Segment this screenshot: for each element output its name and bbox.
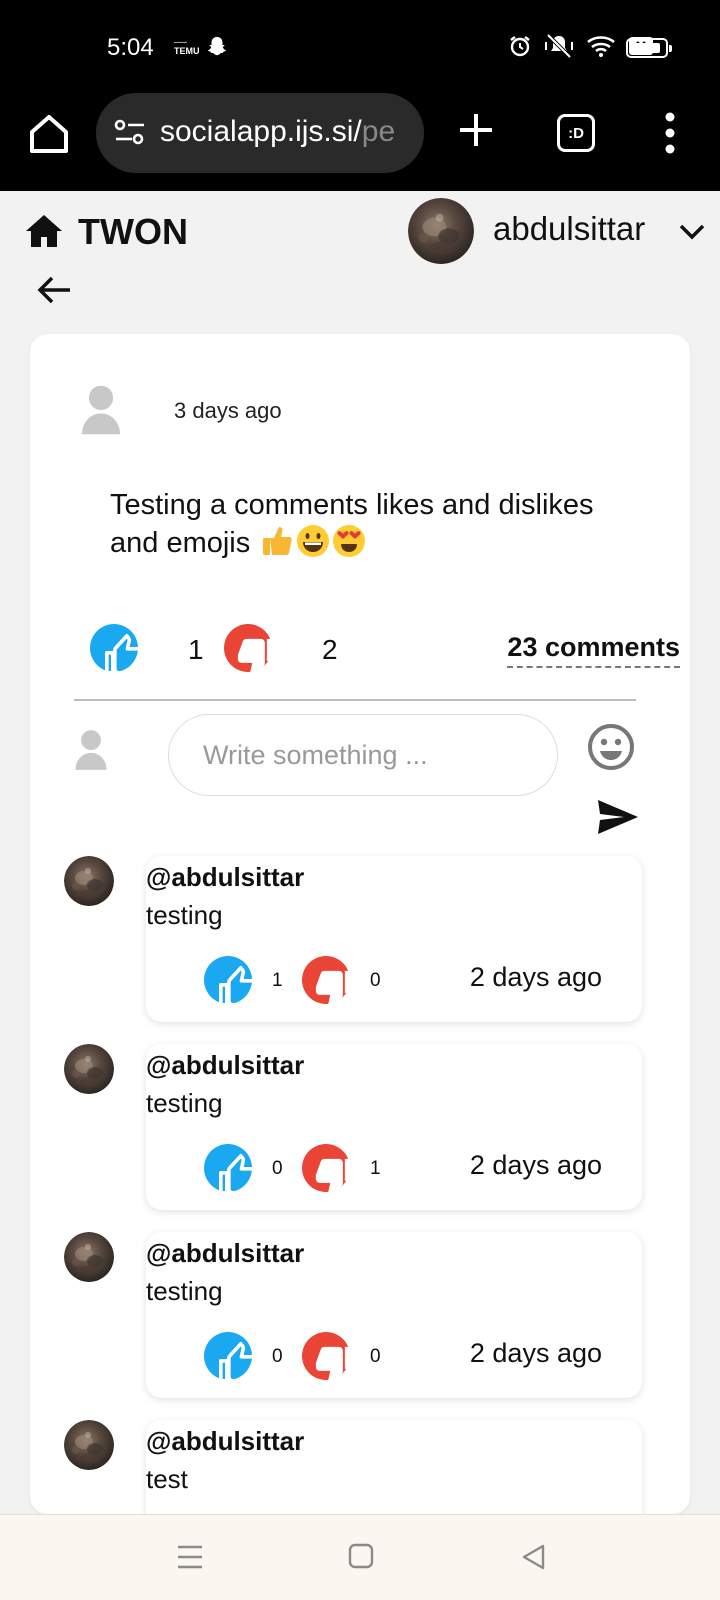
home-icon[interactable] — [24, 213, 64, 249]
post-like-count: 1 — [188, 634, 204, 665]
comment-like-button[interactable] — [204, 1144, 252, 1192]
comment-username[interactable]: @abdulsittar — [146, 1050, 304, 1081]
thumbs-up-icon — [204, 1332, 252, 1380]
wifi-icon — [587, 36, 615, 57]
post-like-button[interactable] — [90, 624, 138, 672]
comment-text: test — [146, 1464, 188, 1494]
vibrate-mute-icon — [545, 33, 573, 59]
thumbs-down-icon — [302, 1332, 350, 1380]
comment-dislike-count: 0 — [370, 970, 381, 991]
battery-icon — [626, 38, 672, 58]
browser-menu-icon[interactable] — [664, 112, 676, 154]
thumbs-up-emoji — [263, 527, 292, 555]
post-dislike-count: 2 — [322, 634, 338, 665]
comment-timestamp: 2 days ago — [469, 962, 602, 992]
comment-dislike-button[interactable] — [302, 1332, 350, 1380]
comment-like-count: 0 — [272, 1346, 283, 1367]
composer-avatar — [74, 728, 108, 772]
comment-text: testing — [146, 1088, 223, 1118]
alarm-icon — [510, 36, 530, 57]
address-bar[interactable]: socialapp.ijs.si/pe — [96, 93, 424, 173]
comment-like-button[interactable] — [204, 956, 252, 1004]
comment-username[interactable]: @abdulsittar — [146, 1238, 304, 1269]
post-timestamp: 3 days ago — [174, 398, 282, 423]
snapchat-notification-icon — [207, 36, 227, 56]
comment-timestamp: 2 days ago — [469, 1150, 602, 1180]
app-header: TWON abdulsittar — [0, 191, 720, 328]
comment-dislike-button[interactable] — [302, 956, 350, 1004]
nav-back-icon[interactable] — [520, 1543, 546, 1571]
temu-notification-icon: ── TEMU — [174, 37, 200, 56]
post-dislike-button[interactable] — [224, 624, 272, 672]
comment-item: @abdulsittar testing 0 1 2 days ago — [64, 1044, 654, 1210]
back-arrow-icon[interactable] — [36, 275, 72, 305]
status-bar: 5:04 ── TEMU — [0, 0, 720, 88]
comment-dislike-count: 1 — [370, 1158, 381, 1179]
comment-dislike-button[interactable] — [302, 1144, 350, 1192]
url-text: socialapp.ijs.si/pe — [160, 115, 396, 148]
site-settings-icon[interactable] — [114, 119, 146, 147]
comment-item: @abdulsittar testing 0 0 2 days ago — [64, 1232, 654, 1398]
comment-avatar[interactable] — [64, 1044, 114, 1094]
thumbs-down-icon — [302, 956, 350, 1004]
post-text: Testing a comments likes and dislikes an… — [110, 489, 594, 559]
thumbs-down-icon — [302, 1144, 350, 1192]
thumbs-down-icon — [224, 624, 272, 672]
comment-like-count: 1 — [272, 970, 283, 991]
comment-like-button[interactable] — [204, 1332, 252, 1380]
grinning-face-emoji — [297, 525, 330, 557]
system-nav-bar — [0, 1514, 720, 1600]
comment-timestamp: 2 days ago — [469, 1338, 602, 1368]
comment-avatar[interactable] — [64, 856, 114, 906]
user-avatar[interactable] — [408, 198, 474, 264]
thumbs-up-icon — [204, 1144, 252, 1192]
comment-item: @abdulsittar testing 1 0 2 days ago — [64, 856, 654, 1022]
comment-input[interactable] — [168, 714, 558, 796]
send-icon[interactable] — [596, 798, 640, 836]
nav-home-icon[interactable] — [348, 1543, 374, 1569]
comment-avatar[interactable] — [64, 1232, 114, 1282]
comment-avatar[interactable] — [64, 1420, 114, 1470]
thumbs-up-icon — [90, 624, 138, 672]
comment-bubble: @abdulsittar testing 0 0 2 days ago — [146, 1232, 642, 1398]
comment-text: testing — [146, 900, 223, 930]
brand-title[interactable]: TWON — [78, 211, 188, 253]
comment-bubble: @abdulsittar testing 0 1 2 days ago — [146, 1044, 642, 1210]
comment-like-count: 0 — [272, 1158, 283, 1179]
heart-eyes-emoji — [333, 525, 366, 557]
post-reactions: 1 2 23 comments — [90, 624, 680, 674]
comment-bubble: @abdulsittar testing 1 0 2 days ago — [146, 856, 642, 1022]
tab-switcher-button[interactable]: :D — [557, 114, 595, 152]
post-author-avatar[interactable] — [80, 384, 122, 436]
thumbs-up-icon — [204, 956, 252, 1004]
comment-text: testing — [146, 1276, 223, 1306]
divider — [74, 699, 636, 701]
recent-apps-icon[interactable] — [176, 1543, 204, 1571]
chevron-down-icon[interactable] — [678, 223, 706, 241]
new-tab-icon[interactable] — [456, 110, 496, 150]
emoji-picker-icon[interactable] — [586, 722, 636, 772]
browser-toolbar: socialapp.ijs.si/pe :D — [0, 88, 720, 191]
username-label[interactable]: abdulsittar — [493, 210, 645, 248]
post-card: 3 days ago Testing a comments likes and … — [30, 334, 690, 1586]
comment-username[interactable]: @abdulsittar — [146, 862, 304, 893]
comment-username[interactable]: @abdulsittar — [146, 1426, 304, 1457]
battery-level — [631, 43, 660, 53]
comments-count-link[interactable]: 23 comments — [507, 632, 680, 668]
browser-home-icon[interactable] — [26, 111, 72, 157]
comment-dislike-count: 0 — [370, 1346, 381, 1367]
status-time: 5:04 — [107, 34, 154, 61]
